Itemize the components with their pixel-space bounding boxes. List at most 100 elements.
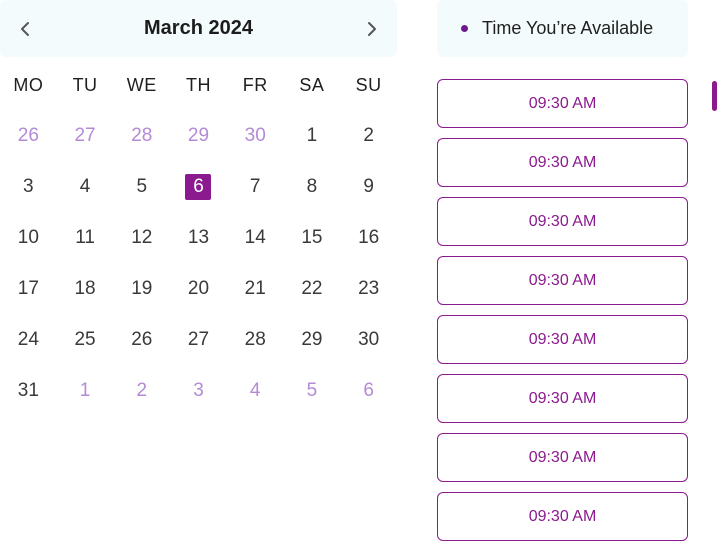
calendar-day-label: 29 [187,124,210,146]
calendar-day-label: 15 [301,226,323,248]
calendar-day[interactable]: 21 [227,263,284,314]
calendar-day[interactable]: 26 [0,110,57,161]
weekday-label: SU [355,75,382,95]
time-slot-button[interactable]: 09:30 AM [437,374,688,423]
time-slot-button[interactable]: 09:30 AM [437,197,688,246]
chevron-left-icon [21,21,29,36]
calendar-day-label: 23 [358,277,380,299]
calendar-day[interactable]: 7 [227,161,284,212]
calendar-day-label: 11 [75,226,95,248]
calendar-day[interactable]: 3 [170,365,227,416]
prev-month-button[interactable] [14,18,36,40]
calendar-day[interactable]: 2 [340,110,397,161]
calendar-day[interactable]: 11 [57,212,114,263]
calendar-day-label: 30 [358,328,380,350]
calendar-day[interactable]: 31 [0,365,57,416]
calendar-day[interactable]: 27 [170,314,227,365]
calendar-day[interactable]: 13 [170,212,227,263]
weekday-label: MO [13,75,44,95]
calendar-day-label: 1 [79,379,91,401]
calendar-day[interactable]: 28 [113,110,170,161]
calendar-day[interactable]: 27 [57,110,114,161]
calendar-day[interactable]: 4 [57,161,114,212]
next-month-button[interactable] [361,18,383,40]
calendar-day[interactable]: 5 [113,161,170,212]
calendar-day-selected[interactable]: 6 [170,161,227,212]
calendar-day-label: 27 [187,328,210,350]
calendar-day-label: 20 [187,277,210,299]
calendar-day-label: 24 [17,328,39,350]
calendar-day[interactable]: 20 [170,263,227,314]
calendar-day[interactable]: 23 [340,263,397,314]
calendar-day-label: 1 [306,124,318,146]
calendar-day-label: 18 [74,277,96,299]
calendar-day-label: 6 [185,173,212,200]
calendar-day[interactable]: 9 [340,161,397,212]
time-slot-button[interactable]: 09:30 AM [437,433,688,482]
time-slot-button[interactable]: 09:30 AM [437,492,688,541]
time-slot-list: 09:30 AM 09:30 AM 09:30 AM 09:30 AM 09:30 AM… [437,79,688,551]
calendar-day[interactable]: 29 [284,314,341,365]
calendar-day-label: 3 [193,379,204,401]
calendar-day-label: 4 [79,175,91,197]
calendar-day[interactable]: 3 [0,161,57,212]
calendar-day[interactable]: 2 [113,365,170,416]
calendar-day-label: 16 [358,226,380,248]
calendar-day-label: 5 [136,175,148,197]
calendar-day-label: 29 [301,328,323,350]
scrollbar-thumb[interactable] [712,81,717,111]
calendar-day-label: 6 [363,379,374,401]
calendar-day-label: 4 [249,379,261,401]
calendar-day-label: 30 [244,124,266,146]
calendar-header: March 2024 [0,0,397,57]
calendar-day-label: 5 [306,379,318,401]
weekday-label: WE [126,75,157,95]
calendar-day[interactable]: 22 [284,263,341,314]
calendar-day[interactable]: 24 [0,314,57,365]
calendar-day-label: 26 [131,328,153,350]
calendar-day-label: 26 [17,124,39,146]
weekday-label: TU [72,75,98,95]
calendar-day-label: 3 [23,175,34,197]
calendar-day[interactable]: 5 [284,365,341,416]
time-slot-button[interactable]: 09:30 AM [437,79,688,128]
calendar-day[interactable]: 14 [227,212,284,263]
calendar-day-label: 21 [244,277,266,299]
calendar-day[interactable]: 19 [113,263,170,314]
calendar-day-label: 31 [17,379,39,401]
weekday-label: TH [185,75,211,95]
calendar-day[interactable]: 18 [57,263,114,314]
calendar-day-grid: 26 27 28 29 30 1 2 3 4 5 6 7 8 9 10 11 12 13 14 15 16 17 18 19 2… [0,110,397,416]
calendar-day[interactable]: 30 [340,314,397,365]
weekday-row: MO TU WE TH FR SA SU [0,73,397,97]
time-slot-button[interactable]: 09:30 AM [437,138,688,187]
calendar-day[interactable]: 10 [0,212,57,263]
availability-legend: Time You’re Available [437,0,688,57]
calendar-day[interactable]: 1 [57,365,114,416]
calendar-day[interactable]: 15 [284,212,341,263]
calendar-day[interactable]: 28 [227,314,284,365]
calendar-day[interactable]: 1 [284,110,341,161]
calendar-day[interactable]: 17 [0,263,57,314]
calendar-day-label: 22 [301,277,323,299]
calendar-day[interactable]: 30 [227,110,284,161]
calendar-day-label: 12 [131,226,153,248]
calendar-day[interactable]: 16 [340,212,397,263]
calendar-day-label: 14 [244,226,266,248]
calendar-day-label: 8 [306,175,318,197]
calendar-day[interactable]: 26 [113,314,170,365]
calendar-day-label: 27 [74,124,96,146]
calendar-day-label: 25 [74,328,96,350]
calendar-day-label: 10 [17,226,39,248]
time-slot-button[interactable]: 09:30 AM [437,256,688,305]
calendar-day[interactable]: 29 [170,110,227,161]
calendar-day[interactable]: 8 [284,161,341,212]
calendar-day-label: 28 [131,124,153,146]
calendar-day[interactable]: 12 [113,212,170,263]
time-slot-button[interactable]: 09:30 AM [437,315,688,364]
calendar-day[interactable]: 4 [227,365,284,416]
weekday-label: FR [242,75,268,95]
calendar-day-label: 7 [249,175,261,197]
calendar-day[interactable]: 6 [340,365,397,416]
calendar-day[interactable]: 25 [57,314,114,365]
